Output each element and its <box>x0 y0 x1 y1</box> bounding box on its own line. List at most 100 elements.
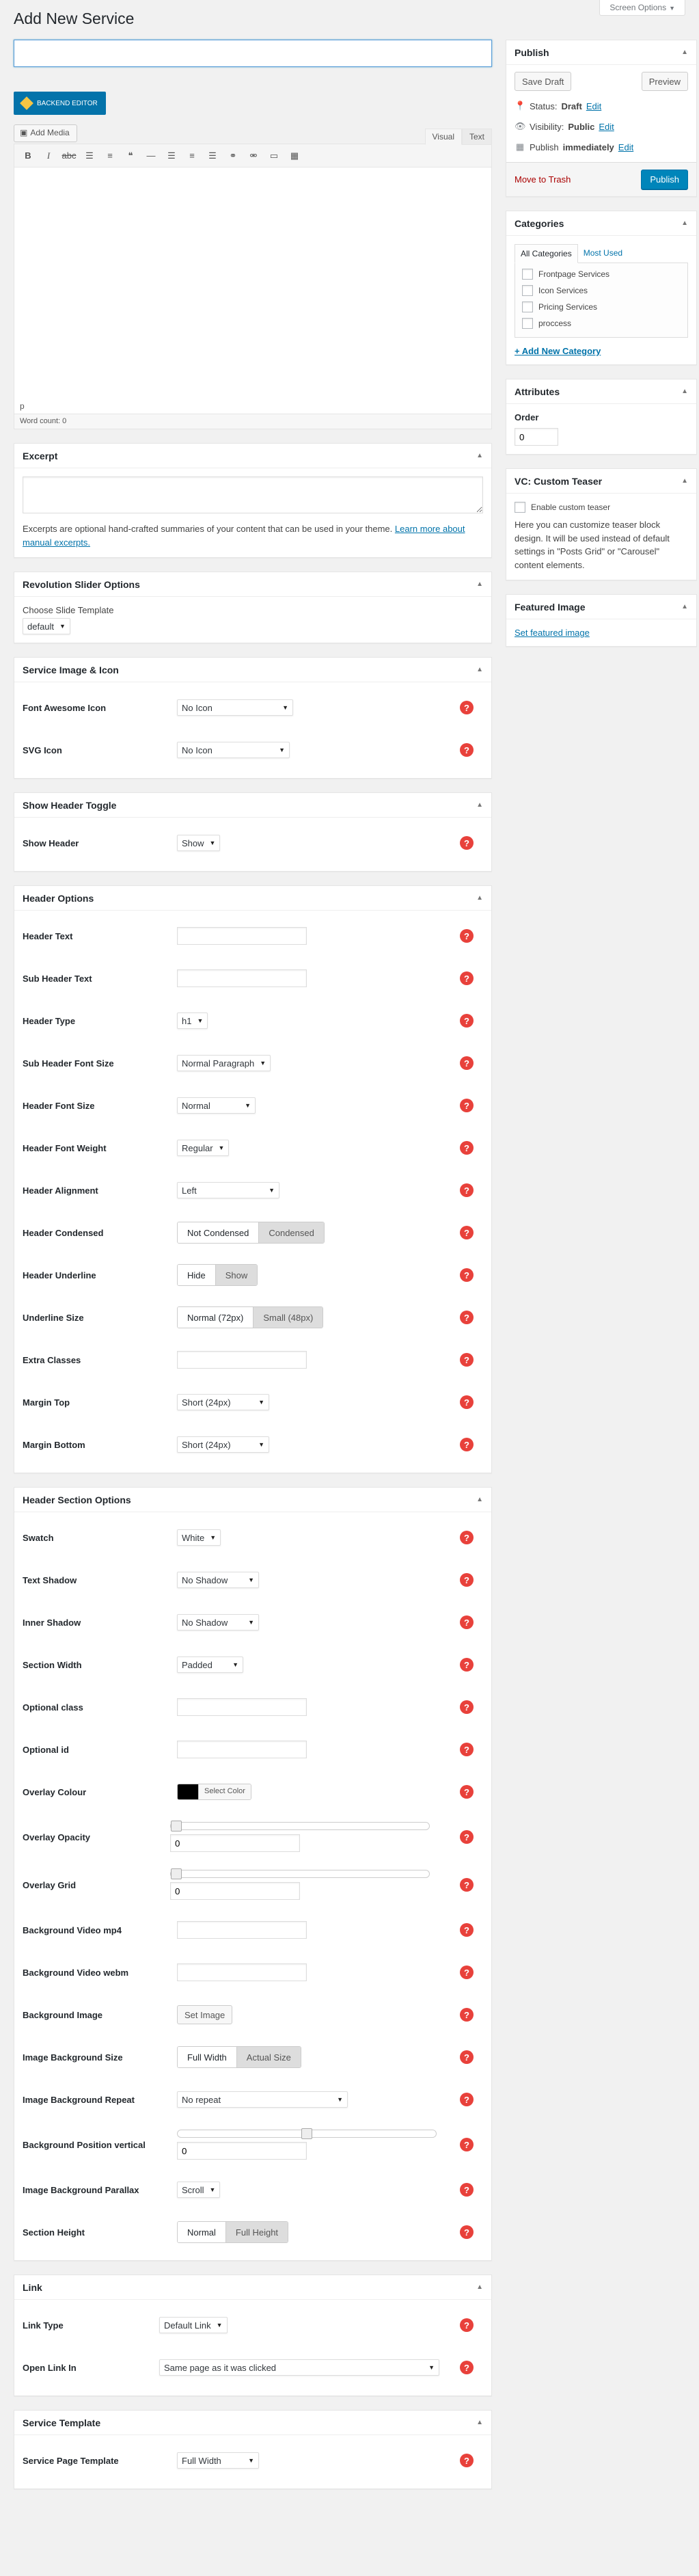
hide-option[interactable]: Hide <box>178 1265 215 1285</box>
category-item[interactable]: proccess <box>522 318 681 329</box>
vc-teaser-header[interactable]: VC: Custom Teaser ▲ <box>506 469 696 494</box>
align-left-icon[interactable]: ☰ <box>162 147 181 165</box>
help-icon[interactable]: ? <box>460 1141 474 1155</box>
help-icon[interactable]: ? <box>460 2138 474 2151</box>
visibility-edit-link[interactable]: Edit <box>599 122 614 132</box>
condensed-option[interactable]: Condensed <box>258 1222 324 1243</box>
collapse-arrow-icon[interactable]: ▲ <box>476 1496 483 1503</box>
header-text-input[interactable] <box>177 927 307 945</box>
help-icon[interactable]: ? <box>460 1923 474 1937</box>
category-item[interactable]: Icon Services <box>522 285 681 296</box>
add-media-button[interactable]: ▣ Add Media <box>14 124 77 142</box>
help-icon[interactable]: ? <box>460 1615 474 1629</box>
italic-icon[interactable]: I <box>39 147 58 165</box>
tab-all-categories[interactable]: All Categories <box>515 244 578 263</box>
font-awesome-select[interactable]: No Icon ▼ <box>177 699 293 716</box>
header-options-header[interactable]: Header Options ▲ <box>14 886 491 911</box>
actual-size-option[interactable]: Actual Size <box>236 2047 301 2067</box>
link-header[interactable]: Link ▲ <box>14 2275 491 2300</box>
category-checkbox[interactable] <box>522 269 533 280</box>
category-checkbox[interactable] <box>522 301 533 312</box>
bg-video-webm-input[interactable] <box>177 1963 307 1981</box>
set-image-button[interactable]: Set Image <box>177 2005 233 2024</box>
help-icon[interactable]: ? <box>460 929 474 943</box>
save-draft-button[interactable]: Save Draft <box>515 72 572 91</box>
overlay-colour-picker[interactable]: Select Color <box>177 1784 251 1800</box>
page-template-select[interactable]: Full Width ▼ <box>177 2452 259 2469</box>
help-icon[interactable]: ? <box>460 2361 474 2374</box>
category-item[interactable]: Frontpage Services <box>522 269 681 280</box>
collapse-arrow-icon[interactable]: ▲ <box>476 452 483 459</box>
excerpt-textarea[interactable] <box>23 477 483 513</box>
post-title-input[interactable] <box>14 40 492 67</box>
publish-button[interactable]: Publish <box>641 170 688 189</box>
collapse-arrow-icon[interactable]: ▲ <box>681 603 688 611</box>
order-input[interactable] <box>515 428 558 446</box>
header-type-select[interactable]: h1 ▼ <box>177 1012 208 1029</box>
small-size-option[interactable]: Small (48px) <box>253 1307 323 1328</box>
help-icon[interactable]: ? <box>460 1226 474 1239</box>
service-template-header[interactable]: Service Template ▲ <box>14 2411 491 2435</box>
help-icon[interactable]: ? <box>460 1965 474 1979</box>
help-icon[interactable]: ? <box>460 1014 474 1028</box>
collapse-arrow-icon[interactable]: ▲ <box>476 580 483 588</box>
help-icon[interactable]: ? <box>460 2225 474 2239</box>
tab-text[interactable]: Text <box>461 129 492 145</box>
preview-button[interactable]: Preview <box>641 72 688 91</box>
overlay-opacity-input[interactable] <box>170 1834 300 1852</box>
help-icon[interactable]: ? <box>460 1099 474 1112</box>
collapse-arrow-icon[interactable]: ▲ <box>681 388 688 395</box>
bold-icon[interactable]: B <box>18 147 38 165</box>
bg-position-vertical-input[interactable] <box>177 2142 307 2160</box>
header-font-size-select[interactable]: Normal ▼ <box>177 1097 256 1114</box>
text-shadow-select[interactable]: No Shadow ▼ <box>177 1572 259 1588</box>
header-section-header[interactable]: Header Section Options ▲ <box>14 1488 491 1512</box>
help-icon[interactable]: ? <box>460 1573 474 1587</box>
help-icon[interactable]: ? <box>460 1395 474 1409</box>
revslider-header[interactable]: Revolution Slider Options ▲ <box>14 572 491 597</box>
full-width-option[interactable]: Full Width <box>178 2047 236 2067</box>
bg-position-vertical-slider[interactable] <box>177 2128 437 2139</box>
help-icon[interactable]: ? <box>460 1878 474 1892</box>
slider-handle[interactable] <box>301 2128 312 2139</box>
help-icon[interactable]: ? <box>460 1531 474 1544</box>
help-icon[interactable]: ? <box>460 2183 474 2197</box>
overlay-grid-slider[interactable] <box>170 1868 430 1879</box>
normal-size-option[interactable]: Normal (72px) <box>178 1307 253 1328</box>
attributes-header[interactable]: Attributes ▲ <box>506 379 696 404</box>
help-icon[interactable]: ? <box>460 1268 474 1282</box>
image-bg-repeat-select[interactable]: No repeat ▼ <box>177 2091 348 2108</box>
bullet-list-icon[interactable]: ☰ <box>80 147 99 165</box>
sub-header-text-input[interactable] <box>177 969 307 987</box>
help-icon[interactable]: ? <box>460 2454 474 2467</box>
collapse-arrow-icon[interactable]: ▲ <box>476 2419 483 2426</box>
read-more-icon[interactable]: ▭ <box>264 147 284 165</box>
help-icon[interactable]: ? <box>460 2008 474 2022</box>
header-alignment-select[interactable]: Left ▼ <box>177 1182 279 1198</box>
swatch-select[interactable]: White ▼ <box>177 1529 221 1546</box>
help-icon[interactable]: ? <box>460 1785 474 1799</box>
help-icon[interactable]: ? <box>460 1353 474 1367</box>
margin-top-select[interactable]: Short (24px) ▼ <box>177 1394 269 1410</box>
help-icon[interactable]: ? <box>460 1700 474 1714</box>
optional-class-input[interactable] <box>177 1698 307 1716</box>
show-option[interactable]: Show <box>215 1265 258 1285</box>
help-icon[interactable]: ? <box>460 1438 474 1451</box>
blockquote-icon[interactable]: ❝ <box>121 147 140 165</box>
align-right-icon[interactable]: ☰ <box>203 147 222 165</box>
help-icon[interactable]: ? <box>460 2093 474 2106</box>
featured-image-header[interactable]: Featured Image ▲ <box>506 595 696 619</box>
help-icon[interactable]: ? <box>460 2050 474 2064</box>
section-width-select[interactable]: Padded ▼ <box>177 1656 243 1673</box>
slider-handle[interactable] <box>170 1821 182 1832</box>
backend-editor-button[interactable]: BACKEND EDITOR <box>14 92 106 115</box>
show-header-select[interactable]: Show ▼ <box>177 835 221 851</box>
extra-classes-input[interactable] <box>177 1351 307 1369</box>
tab-most-used[interactable]: Most Used <box>578 244 628 263</box>
service-image-header[interactable]: Service Image & Icon ▲ <box>14 658 491 682</box>
help-icon[interactable]: ? <box>460 836 474 850</box>
slide-template-select[interactable]: default ▼ <box>23 618 70 634</box>
add-new-category-link[interactable]: + Add New Category <box>515 346 601 356</box>
category-checkbox[interactable] <box>522 285 533 296</box>
help-icon[interactable]: ? <box>460 1658 474 1672</box>
